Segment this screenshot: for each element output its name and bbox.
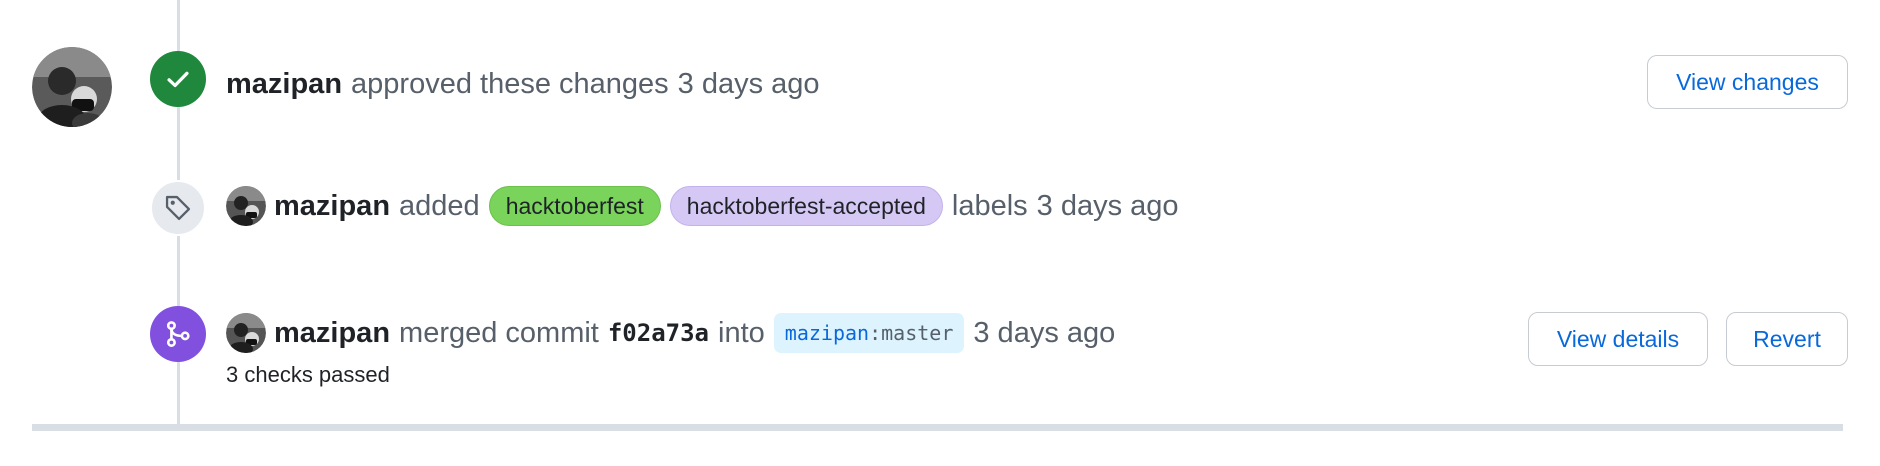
event-into: into	[718, 316, 765, 349]
revert-button[interactable]: Revert	[1726, 312, 1848, 366]
author-avatar[interactable]	[226, 186, 266, 226]
checks-status[interactable]: 3 checks passed	[226, 362, 390, 388]
branch-owner: mazipan	[784, 321, 870, 345]
event-time[interactable]: 3 days ago	[973, 317, 1115, 350]
branch-ref[interactable]: mazipan: master	[773, 313, 965, 353]
author-link[interactable]: mazipan	[274, 190, 390, 223]
event-time[interactable]: 3 days ago	[678, 68, 820, 101]
author-avatar[interactable]	[226, 313, 266, 353]
view-changes-button[interactable]: View changes	[1647, 55, 1848, 109]
label-hacktoberfest[interactable]: hacktoberfest	[488, 186, 661, 226]
event-action: added	[399, 189, 480, 222]
labeled-event: mazipan added hacktoberfest hacktoberfes…	[226, 184, 1179, 228]
commit-sha-link[interactable]: f02a73a	[608, 319, 709, 347]
event-action: merged commit	[399, 316, 599, 349]
author-link[interactable]: mazipan	[226, 68, 342, 101]
view-details-button[interactable]: View details	[1528, 312, 1708, 366]
check-icon	[167, 71, 189, 88]
approved-event: mazipan approved these changes 3 days ag…	[226, 64, 820, 104]
merged-badge	[150, 306, 206, 362]
event-time[interactable]: 3 days ago	[1037, 190, 1179, 223]
label-badge	[150, 180, 206, 236]
event-suffix: labels	[951, 189, 1028, 222]
branch-separator: :	[869, 321, 882, 345]
git-merge-icon	[166, 321, 190, 347]
author-link[interactable]: mazipan	[274, 317, 390, 350]
label-hacktoberfest-accepted[interactable]: hacktoberfest-accepted	[669, 186, 943, 226]
reviewer-avatar[interactable]	[32, 47, 112, 127]
merged-event: mazipan merged commit f02a73a into mazip…	[226, 313, 1115, 353]
branch-name: master	[881, 321, 954, 345]
event-action: approved these changes	[351, 67, 669, 100]
timeline-divider	[32, 424, 1843, 431]
tag-icon	[165, 195, 191, 221]
approved-badge	[150, 51, 206, 107]
